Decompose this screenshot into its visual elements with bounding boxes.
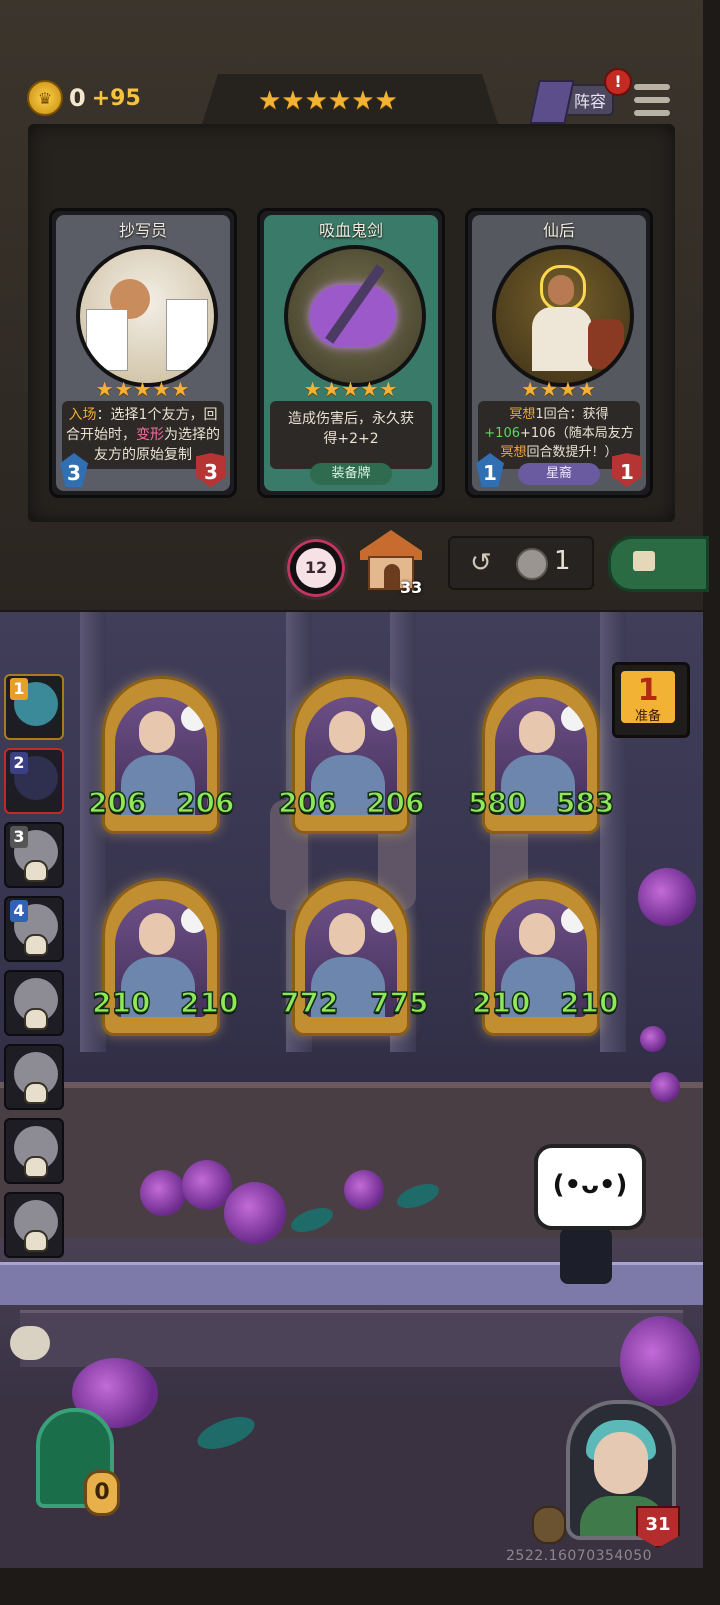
gold-bonus: +95 <box>91 85 141 111</box>
rose-decoration <box>140 1170 186 1216</box>
ready-sign: 1 准备 <box>621 671 675 724</box>
mascot-body <box>560 1228 612 1284</box>
minion-attack: 772 <box>279 985 339 1020</box>
rose-decoration <box>344 1170 384 1210</box>
queue-item-1[interactable]: 1 <box>4 674 64 740</box>
minion-health: 206 <box>175 785 235 820</box>
shop-card-scribe[interactable]: 抄写员 ★★★★★ 入场：选择1个友方，回合开始时，变形为选择的友方的原始复制 … <box>49 208 237 498</box>
refresh-icon: ↺ <box>470 548 492 578</box>
queue-number: 3 <box>10 826 28 848</box>
skull-icon <box>24 1156 48 1178</box>
rose-decoration <box>640 1026 666 1052</box>
minion-health: 210 <box>179 985 239 1020</box>
tavern-tier-stars: ★★★★★★ <box>258 86 398 116</box>
crown-coin-icon: ♛ <box>27 80 63 116</box>
card-stars: ★★★★★ <box>95 377 191 401</box>
minion-health: 206 <box>365 785 425 820</box>
shop-panel: ♛ 0 +95 ★★★★★★ 阵容 ! 抄写员 ★★★★★ 入场：选择1个友方，… <box>0 0 709 614</box>
chat-bubble-icon[interactable] <box>10 1326 50 1360</box>
minion-health: 210 <box>559 985 619 1020</box>
queue-item-5[interactable] <box>4 970 64 1036</box>
rose-decoration <box>650 1072 680 1102</box>
gold-display: ♛ 0 +95 <box>27 80 141 116</box>
ready-number: 1 <box>637 673 659 708</box>
card-stars: ★★★★ <box>521 377 597 401</box>
refresh-cost: 1 <box>554 546 571 576</box>
ready-button[interactable]: 1 准备 <box>612 662 690 738</box>
lock-icon <box>633 551 655 571</box>
rose-decoration <box>638 868 696 926</box>
house-door <box>384 564 400 590</box>
queue-item-6[interactable] <box>4 1044 64 1110</box>
minion-attack: 580 <box>467 785 527 820</box>
hero-power-count: 0 <box>84 1470 120 1516</box>
rose-decoration <box>224 1182 286 1244</box>
minion-attack: 210 <box>91 985 151 1020</box>
queue-item-2[interactable]: 2 <box>4 748 64 814</box>
mascot-face: (•ᴗ•) <box>552 1170 628 1200</box>
card-tag: 装备牌 <box>310 463 392 485</box>
queue-number: 2 <box>10 752 28 774</box>
minion-attack: 206 <box>87 785 147 820</box>
card-title: 吸血鬼剑 <box>318 221 383 240</box>
gold-value: 0 <box>69 84 86 112</box>
card-title: 抄写员 <box>118 221 167 240</box>
queue-item-4[interactable]: 4 <box>4 896 64 962</box>
scribe-portrait <box>76 245 218 387</box>
bilibili-tv-mascot: (•ᴗ•) <box>534 1144 646 1230</box>
shop-card-vampire-sword[interactable]: 吸血鬼剑 ★★★★★ 造成伤害后，永久获得+2+2 装备牌 <box>257 208 445 498</box>
lineup-label: 阵容 <box>573 92 606 111</box>
vampire-sword-portrait <box>284 245 426 387</box>
minion-attack: 206 <box>277 785 337 820</box>
hero-face <box>594 1432 648 1494</box>
skull-icon <box>24 934 48 956</box>
skull-icon <box>24 1082 48 1104</box>
queue-number: 4 <box>10 900 28 922</box>
orb-value: 12 <box>296 548 336 588</box>
build-number: 2522.16070354050 <box>506 1548 653 1564</box>
book-icon <box>529 80 575 124</box>
house-count: 33 <box>400 578 423 597</box>
queue-item-8[interactable] <box>4 1192 64 1258</box>
queue-number: 1 <box>10 678 28 700</box>
hamburger-menu-icon[interactable] <box>634 84 670 116</box>
card-tag: 星裔 <box>518 463 600 485</box>
minion-attack: 210 <box>471 985 531 1020</box>
coin-icon <box>516 548 548 580</box>
fairy-queen-portrait <box>492 245 634 387</box>
house-button[interactable]: 33 <box>360 530 423 597</box>
bell-icon[interactable] <box>532 1506 566 1544</box>
opponent-queue: 1 2 3 4 <box>0 668 70 1268</box>
queue-item-7[interactable] <box>4 1118 64 1184</box>
refresh-button[interactable]: ↺ 1 <box>448 536 594 590</box>
freeze-lock-button[interactable] <box>608 536 709 592</box>
upgrade-orb[interactable]: 12 <box>284 536 348 600</box>
rose-decoration <box>620 1316 700 1406</box>
skull-icon <box>24 1008 48 1030</box>
shop-card-fairy-queen[interactable]: 仙后 ★★★★ 冥想1回合：获得 +106+106（随本局友方 冥想回合数提升！… <box>465 208 653 498</box>
alert-badge: ! <box>604 68 632 96</box>
minion-health: 775 <box>369 985 429 1020</box>
ready-label: 准备 <box>634 709 661 724</box>
card-title: 仙后 <box>542 221 575 240</box>
skull-icon <box>24 860 48 882</box>
card-description: 造成伤害后，永久获得+2+2 <box>270 401 432 469</box>
minion-health: 583 <box>555 785 615 820</box>
skull-icon <box>24 1230 48 1252</box>
card-stars: ★★★★★ <box>303 377 399 401</box>
queue-item-3[interactable]: 3 <box>4 822 64 888</box>
